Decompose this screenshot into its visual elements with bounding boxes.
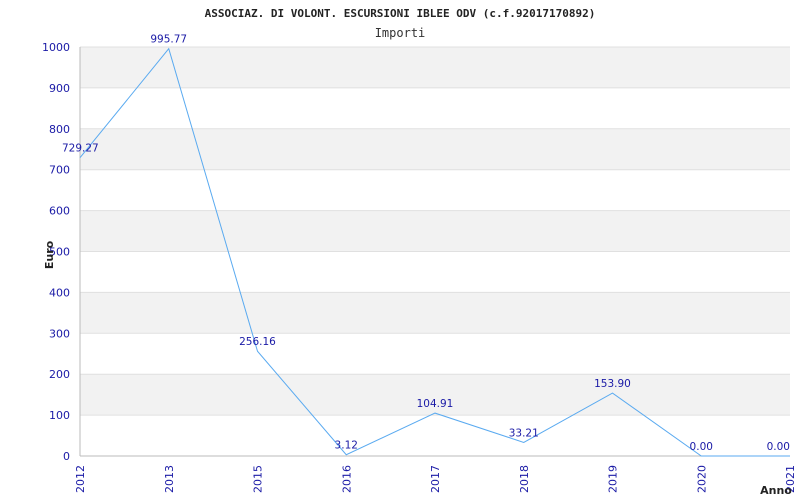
x-tick-label: 2017 — [429, 465, 442, 493]
x-tick-label: 2012 — [74, 465, 87, 493]
data-label: 3.12 — [335, 440, 358, 452]
x-tick-label: 2019 — [607, 465, 620, 493]
grid-band — [80, 292, 790, 334]
y-tick-label: 200 — [49, 368, 70, 381]
x-tick-labels: 2012 2013 2015 2016 2017 2018 2019 2020 2021 — [74, 465, 797, 493]
y-tick-label: 900 — [49, 82, 70, 95]
data-label: 153.90 — [594, 378, 631, 390]
data-label: 0.00 — [767, 441, 790, 453]
y-tick-label: 100 — [49, 409, 70, 422]
grid-bands — [80, 47, 790, 416]
y-tick-label: 700 — [49, 164, 70, 177]
grid-band — [80, 128, 790, 170]
y-axis-label: Euro — [43, 240, 56, 269]
x-axis-label: Anno — [760, 484, 792, 497]
data-label: 256.16 — [239, 336, 276, 348]
y-tick-label: 800 — [49, 123, 70, 136]
x-tick-label: 2016 — [340, 465, 353, 493]
grid-band — [80, 210, 790, 252]
data-label: 33.21 — [509, 427, 539, 439]
chart-title: ASSOCIAZ. DI VOLONT. ESCURSIONI IBLEE OD… — [205, 7, 596, 20]
data-label: 729.27 — [62, 143, 99, 155]
x-tick-label: 2018 — [518, 465, 531, 493]
chart-subtitle: Importi — [375, 26, 426, 40]
y-tick-label: 400 — [49, 286, 70, 299]
y-tick-label: 1000 — [42, 41, 70, 54]
y-tick-label: 300 — [49, 327, 70, 340]
grid-band — [80, 47, 790, 88]
x-tick-label: 2015 — [252, 465, 265, 493]
y-tick-label: 0 — [63, 450, 70, 463]
data-label: 995.77 — [150, 34, 187, 46]
line-chart: 01002003004005006007008009001000 2012 201… — [42, 7, 797, 497]
y-tick-label: 600 — [49, 205, 70, 218]
x-tick-label: 2013 — [163, 465, 176, 493]
data-label: 0.00 — [690, 441, 713, 453]
data-label: 104.91 — [417, 398, 454, 410]
x-tick-label: 2020 — [695, 465, 708, 493]
